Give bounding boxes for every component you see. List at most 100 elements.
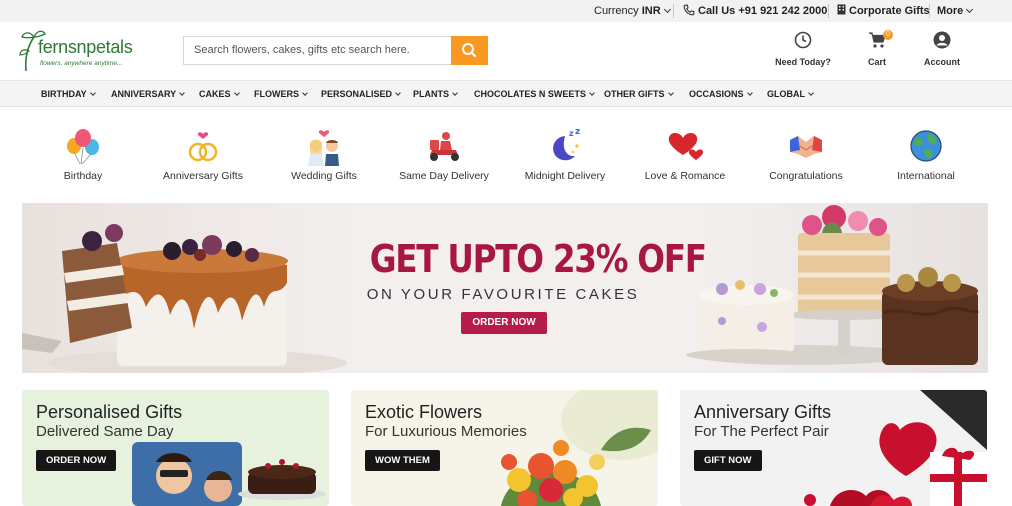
- nav-item-birthday[interactable]: BIRTHDAY: [41, 81, 96, 107]
- search-input[interactable]: Search flowers, cakes, gifts etc search …: [183, 36, 451, 65]
- nav-item-cakes[interactable]: CAKES: [199, 81, 240, 107]
- order-now-button[interactable]: ORDER NOW: [461, 312, 547, 334]
- occasion-anniversary-gifts[interactable]: Anniversary Gifts: [143, 126, 263, 186]
- corporate-gifts-link[interactable]: Corporate Gifts: [837, 0, 930, 22]
- currency-selector[interactable]: Currency INR: [594, 0, 671, 22]
- nav-item-other-gifts[interactable]: OTHER GIFTS: [604, 81, 674, 107]
- occasion-label: International: [897, 170, 955, 182]
- nav-item-personalised[interactable]: PERSONALISED: [321, 81, 401, 107]
- cart-button[interactable]: 0 Cart: [847, 30, 907, 70]
- divider: [673, 4, 674, 18]
- card-title: Personalised Gifts: [36, 402, 183, 422]
- exotic-flowers-card[interactable]: Exotic Flowers For Luxurious Memories WO…: [351, 390, 658, 506]
- top-utility-bar: Currency INR Call Us +91 921 242 2000 Co…: [0, 0, 1012, 22]
- search-button[interactable]: [451, 36, 488, 65]
- chevron-down-icon: [667, 90, 674, 96]
- scooter-icon: [430, 132, 459, 161]
- brand-logo[interactable]: fernsnpetals flowers, anywhere anytime..…: [18, 27, 148, 73]
- nav-label: OCCASIONS: [689, 89, 744, 99]
- nav-item-chocolates[interactable]: CHOCOLATES N SWEETS: [474, 81, 595, 107]
- chevron-down-icon: [746, 90, 753, 96]
- wow-them-button[interactable]: WOW THEM: [365, 450, 440, 471]
- promo-banner[interactable]: GET UPTO 23% OFF ON YOUR FAVOURITE CAKES…: [22, 203, 988, 373]
- nav-label: CAKES: [199, 89, 231, 99]
- chevron-down-icon: [663, 5, 671, 14]
- balloons-icon: [67, 129, 99, 165]
- occasion-label: Birthday: [63, 170, 103, 182]
- cart-count-badge: 0: [883, 30, 893, 40]
- occasion-international[interactable]: International: [866, 126, 986, 186]
- corporate-gifts-label: Corporate Gifts: [849, 5, 930, 17]
- promo-headline: GET UPTO 23% OFF: [369, 237, 707, 281]
- card-subtitle: For The Perfect Pair: [694, 423, 829, 440]
- nav-label: PLANTS: [413, 89, 449, 99]
- nav-label: PERSONALISED: [321, 89, 393, 99]
- call-us-label: Call Us +91 921 242 2000: [698, 5, 828, 17]
- svg-text:z: z: [569, 129, 574, 138]
- personalised-gifts-card[interactable]: Personalised Gifts Delivered Same Day OR…: [22, 390, 329, 506]
- globe-icon: [910, 130, 942, 162]
- anniversary-gifts-card[interactable]: Anniversary Gifts For The Perfect Pair G…: [680, 390, 987, 506]
- more-menu[interactable]: More: [937, 0, 974, 22]
- occasion-label: Love & Romance: [644, 170, 726, 182]
- chevron-down-icon: [179, 90, 186, 96]
- account-icon: [933, 31, 951, 49]
- nav-label: FLOWERS: [254, 89, 299, 99]
- svg-text:z: z: [575, 127, 580, 137]
- divider: [828, 4, 829, 18]
- occasion-birthday[interactable]: Birthday: [23, 126, 143, 186]
- cart-label: Cart: [867, 57, 886, 67]
- chevron-down-icon: [452, 90, 458, 96]
- need-today-button[interactable]: Need Today?: [773, 30, 833, 70]
- nav-label: CHOCOLATES N SWEETS: [474, 89, 586, 99]
- search-icon: [462, 43, 477, 58]
- rings-icon: [188, 132, 218, 162]
- chevron-down-icon: [395, 90, 401, 96]
- account-label: Account: [924, 57, 960, 67]
- call-us-link[interactable]: Call Us +91 921 242 2000: [683, 0, 827, 22]
- clock-icon: [794, 31, 812, 49]
- occasion-label: Anniversary Gifts: [163, 170, 243, 182]
- need-today-label: Need Today?: [775, 57, 831, 67]
- building-icon: [837, 4, 846, 15]
- nav-item-flowers[interactable]: FLOWERS: [254, 81, 308, 107]
- logo-wordmark: fernsnpetals: [38, 37, 133, 57]
- currency-label: Currency: [594, 5, 639, 17]
- nav-label: OTHER GIFTS: [604, 89, 665, 99]
- logo-tagline: flowers, anywhere anytime...: [40, 60, 123, 67]
- nav-item-plants[interactable]: PLANTS: [413, 81, 458, 107]
- occasion-love-romance[interactable]: Love & Romance: [625, 126, 745, 186]
- nav-label: GLOBAL: [767, 89, 805, 99]
- moon-icon: z z: [553, 127, 580, 161]
- nav-label: ANNIVERSARY: [111, 89, 177, 99]
- nav-item-global[interactable]: GLOBAL: [767, 81, 814, 107]
- card-title: Exotic Flowers: [365, 402, 483, 422]
- chevron-down-icon: [966, 5, 974, 14]
- account-button[interactable]: Account: [912, 30, 972, 70]
- nav-label: BIRTHDAY: [41, 89, 87, 99]
- occasion-congratulations[interactable]: Congratulations: [746, 126, 866, 186]
- chevron-down-icon: [808, 90, 814, 96]
- gift-now-button[interactable]: GIFT NOW: [694, 450, 762, 471]
- occasion-wedding-gifts[interactable]: Wedding Gifts: [264, 126, 384, 186]
- nav-item-occasions[interactable]: OCCASIONS: [689, 81, 753, 107]
- order-now-button[interactable]: ORDER NOW: [36, 450, 117, 471]
- chevron-down-icon: [302, 90, 308, 96]
- currency-value: INR: [641, 5, 661, 17]
- chevron-down-icon: [89, 90, 96, 96]
- nav-item-anniversary[interactable]: ANNIVERSARY: [111, 81, 186, 107]
- occasion-label: Same Day Delivery: [399, 170, 489, 182]
- occasion-label: Wedding Gifts: [291, 170, 357, 182]
- handshake-icon: [790, 136, 822, 158]
- category-nav: BIRTHDAY ANNIVERSARY CAKES FLOWERS PERSO…: [0, 80, 1012, 107]
- occasion-midnight-delivery[interactable]: z z Midnight Delivery: [505, 126, 625, 186]
- card-subtitle: Delivered Same Day: [36, 423, 174, 440]
- card-subtitle: For Luxurious Memories: [365, 423, 527, 440]
- couple-icon: [308, 130, 339, 166]
- chevron-down-icon: [589, 90, 595, 96]
- more-label: More: [937, 5, 964, 17]
- occasion-same-day-delivery[interactable]: Same Day Delivery: [384, 126, 504, 186]
- hearts-icon: [668, 132, 704, 160]
- promo-subline: ON YOUR FAVOURITE CAKES: [366, 286, 640, 303]
- occasion-label: Congratulations: [769, 170, 843, 182]
